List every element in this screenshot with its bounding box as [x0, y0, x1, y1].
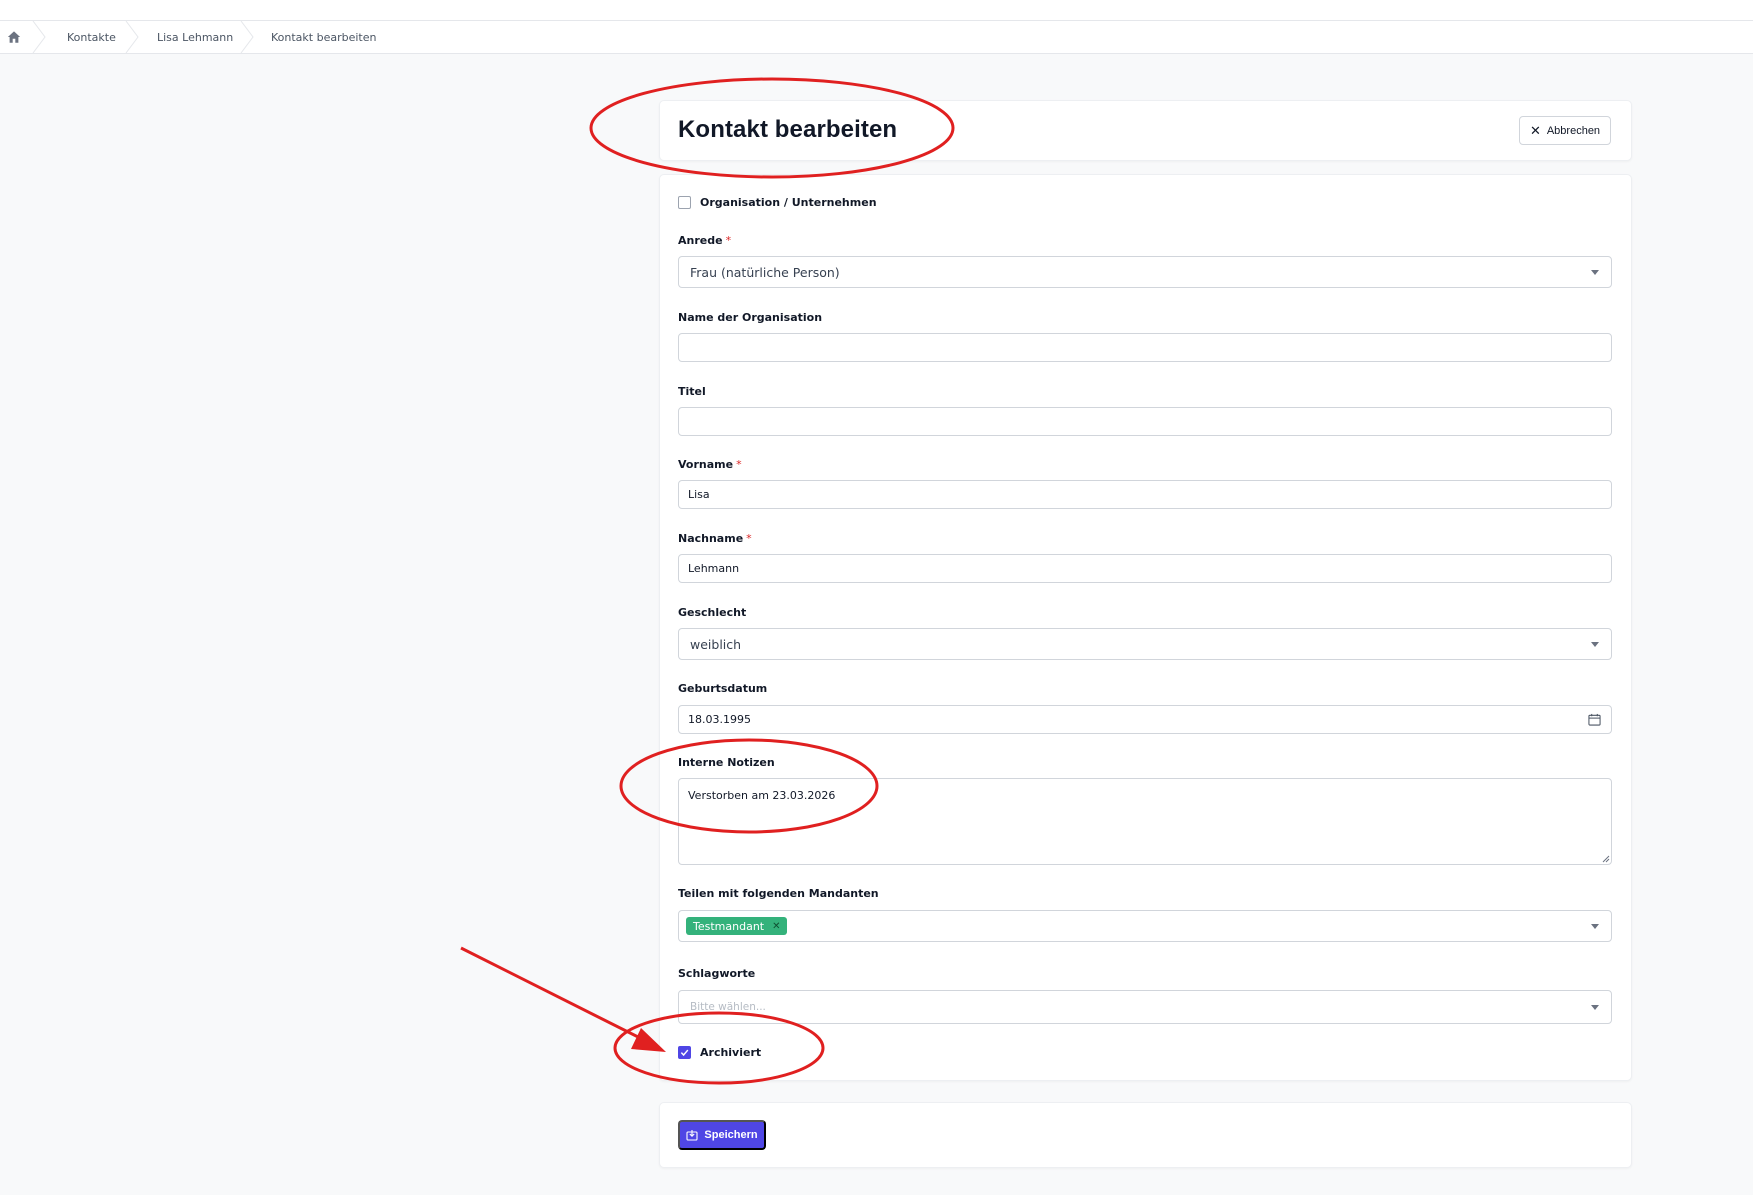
breadcrumb-item-current: Kontakt bearbeiten: [271, 30, 377, 44]
breadcrumb-separator-icon: [240, 21, 254, 53]
birthdate-label: Geburtsdatum: [678, 682, 768, 695]
tag-testmandant: Testmandant ✕: [686, 917, 787, 935]
breadcrumb-item-kontakte[interactable]: Kontakte: [67, 21, 116, 53]
cancel-button-label: Abbrechen: [1546, 124, 1601, 137]
calendar-icon[interactable]: [1588, 713, 1601, 726]
chevron-down-icon: [1591, 642, 1599, 647]
organisation-checkbox-label: Organisation / Unternehmen: [700, 196, 877, 209]
top-strip: [0, 0, 1753, 20]
gender-label: Geschlecht: [678, 606, 747, 619]
chevron-down-icon: [1591, 1005, 1599, 1010]
gender-select[interactable]: weiblich: [678, 628, 1612, 660]
archived-checkbox-label: Archiviert: [700, 1046, 762, 1059]
checkmark-icon: [680, 1049, 689, 1057]
tag-label: Testmandant: [693, 919, 765, 933]
salutation-value: Frau (natürliche Person): [690, 264, 840, 280]
share-multiselect[interactable]: [678, 910, 1612, 942]
title-input[interactable]: [678, 407, 1612, 436]
close-icon: ✕: [1529, 123, 1541, 138]
footer-card: [659, 1102, 1632, 1168]
title-label: Titel: [678, 385, 706, 398]
page-title: Kontakt bearbeiten: [678, 116, 898, 143]
keywords-select[interactable]: Bitte wählen...: [678, 990, 1612, 1024]
notes-label: Interne Notizen: [678, 756, 775, 769]
cancel-button[interactable]: ✕ Abbrechen: [1519, 116, 1611, 145]
annotation-arrow-line: [460, 946, 645, 1042]
remove-tag-icon[interactable]: ✕: [772, 921, 780, 932]
first-name-input[interactable]: Lisa: [678, 480, 1612, 509]
org-name-label: Name der Organisation: [678, 311, 823, 324]
keywords-label: Schlagworte: [678, 967, 756, 980]
resize-handle-icon[interactable]: [1602, 855, 1610, 863]
gender-value: weiblich: [690, 636, 742, 652]
birthdate-value: 18.03.1995: [688, 713, 751, 726]
save-button-label: Speichern: [704, 1129, 758, 1141]
home-icon[interactable]: [7, 30, 21, 44]
chevron-down-icon: [1591, 270, 1599, 275]
breadcrumb: Kontakte Lisa Lehmann Kontakt bearbeiten: [0, 20, 1753, 54]
salutation-label: Anrede *: [678, 234, 732, 247]
keywords-placeholder: Bitte wählen...: [690, 1001, 766, 1013]
archived-checkbox[interactable]: [678, 1046, 691, 1059]
org-name-input[interactable]: [678, 333, 1612, 362]
first-name-label: Vorname *: [678, 458, 742, 471]
save-icon: [686, 1130, 698, 1141]
save-button[interactable]: Speichern: [678, 1120, 766, 1150]
organisation-checkbox[interactable]: [678, 196, 691, 209]
breadcrumb-item-contact[interactable]: Lisa Lehmann: [157, 21, 233, 53]
share-label: Teilen mit folgenden Mandanten: [678, 887, 879, 900]
notes-value: Verstorben am 23.03.2026: [688, 789, 836, 802]
last-name-label: Nachname *: [678, 532, 752, 545]
last-name-input[interactable]: Lehmann: [678, 554, 1612, 583]
salutation-select[interactable]: Frau (natürliche Person): [678, 256, 1612, 288]
chevron-down-icon: [1591, 924, 1599, 929]
breadcrumb-separator-icon: [32, 21, 46, 53]
birthdate-input[interactable]: 18.03.1995: [678, 705, 1612, 734]
breadcrumb-separator-icon: [125, 21, 139, 53]
notes-textarea[interactable]: Verstorben am 23.03.2026: [678, 778, 1612, 865]
